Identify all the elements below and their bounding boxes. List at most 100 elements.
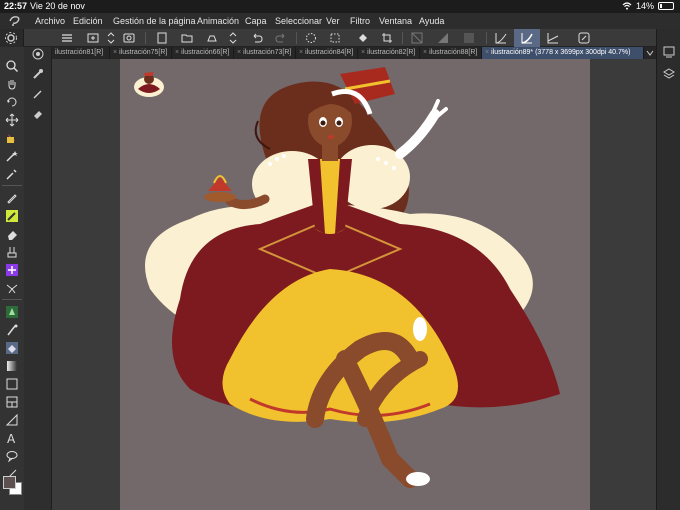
document-tab-active[interactable]: × ilustración89* (3778 x 3699px 300dpi 40… xyxy=(482,47,644,59)
operation-icon[interactable] xyxy=(5,131,19,145)
document-tab[interactable]: ilustración81[R] xyxy=(52,47,110,59)
gradient-tool-icon[interactable] xyxy=(5,359,19,373)
menu-ver[interactable]: Ver xyxy=(326,16,340,26)
app-logo-icon[interactable] xyxy=(8,15,22,27)
chevron-updown-icon[interactable] xyxy=(104,31,118,45)
reference-thumbnail xyxy=(134,72,164,97)
menu-archivo[interactable]: Archivo xyxy=(35,16,65,26)
pencil-icon[interactable] xyxy=(5,209,19,223)
menu-gestion-pagina[interactable]: Gestión de la página xyxy=(113,16,196,26)
blend-icon[interactable] xyxy=(5,281,19,295)
move-icon[interactable] xyxy=(5,113,19,127)
gear-icon[interactable] xyxy=(4,31,18,45)
close-icon[interactable]: × xyxy=(361,49,365,56)
color-fill-icon[interactable] xyxy=(436,31,450,45)
sub-tool-column xyxy=(24,47,52,510)
svg-text:A: A xyxy=(7,432,16,445)
tab-label: ilustración73[R] xyxy=(243,49,292,56)
menu-ventana[interactable]: Ventana xyxy=(379,16,412,26)
zoom-icon[interactable] xyxy=(5,59,19,73)
drawing-canvas[interactable] xyxy=(120,59,590,510)
text-icon[interactable]: A xyxy=(5,431,19,445)
pen-pressure-icon[interactable] xyxy=(494,31,508,45)
document-tab[interactable]: × ilustración84[R] xyxy=(296,47,358,59)
foreground-color-swatch[interactable] xyxy=(3,476,16,489)
save-icon[interactable] xyxy=(205,31,219,45)
document-tab[interactable]: × ilustración75[R] xyxy=(110,47,172,59)
clock: 22:57 xyxy=(4,1,28,11)
airbrush-icon[interactable] xyxy=(5,323,19,337)
ruler-icon[interactable] xyxy=(577,31,591,45)
frame-icon[interactable] xyxy=(5,395,19,409)
eyedropper-icon[interactable] xyxy=(5,167,19,181)
balloon-icon[interactable] xyxy=(5,449,19,463)
export-icon[interactable] xyxy=(155,31,169,45)
hand-icon[interactable] xyxy=(5,77,19,91)
menu-capa[interactable]: Capa xyxy=(245,16,267,26)
brush-size-icon[interactable] xyxy=(31,67,45,81)
menu-bar: Archivo Edición Gestión de la página Ani… xyxy=(0,13,680,29)
brush-icon[interactable] xyxy=(5,245,19,259)
status-bar: 22:57 Vie 20 de nov 14% xyxy=(0,0,680,13)
toolbar-separator xyxy=(145,32,146,44)
pen-icon[interactable] xyxy=(5,191,19,205)
menu-edicion[interactable]: Edición xyxy=(73,16,103,26)
menu-seleccionar[interactable]: Seleccionar xyxy=(275,16,322,26)
document-tab[interactable]: × ilustración82[R] xyxy=(358,47,420,59)
menu-filtro[interactable]: Filtro xyxy=(350,16,370,26)
fill-bucket-icon[interactable] xyxy=(5,305,19,319)
tool-separator xyxy=(2,299,22,300)
close-icon[interactable]: × xyxy=(423,49,427,56)
stabilizer-icon[interactable] xyxy=(520,31,534,45)
close-icon[interactable]: × xyxy=(485,49,489,56)
right-sidebar xyxy=(656,29,680,510)
gradient-icon[interactable] xyxy=(462,31,476,45)
panel-icon[interactable] xyxy=(662,45,676,59)
selection-icon[interactable] xyxy=(304,31,318,45)
menu-icon[interactable] xyxy=(60,31,74,45)
undo-icon[interactable] xyxy=(250,31,264,45)
figure-icon[interactable] xyxy=(5,377,19,391)
chevron-down-icon[interactable] xyxy=(646,49,654,57)
new-canvas-icon[interactable] xyxy=(86,31,100,45)
toolbar-separator xyxy=(402,32,403,44)
sub-tool-icon[interactable] xyxy=(31,47,45,61)
close-icon[interactable]: × xyxy=(237,49,241,56)
fill-icon[interactable] xyxy=(356,31,370,45)
menu-animacion[interactable]: Animación xyxy=(197,16,239,26)
eraser-layer-icon[interactable] xyxy=(122,31,136,45)
wifi-icon xyxy=(622,2,632,10)
decoration-icon[interactable] xyxy=(5,263,19,277)
close-icon[interactable]: × xyxy=(113,49,117,56)
document-tab[interactable]: × ilustración66[R] xyxy=(172,47,234,59)
crop-icon[interactable] xyxy=(380,31,394,45)
close-icon[interactable]: × xyxy=(299,49,303,56)
magic-wand-icon[interactable] xyxy=(5,149,19,163)
date: Vie 20 de nov xyxy=(30,1,85,11)
tab-label: ilustración66[R] xyxy=(181,49,230,56)
redo-icon[interactable] xyxy=(274,31,288,45)
brush-opacity-icon[interactable] xyxy=(31,87,45,101)
ruler-tool-icon[interactable] xyxy=(5,413,19,427)
toolbar-separator xyxy=(296,32,297,44)
menu-ayuda[interactable]: Ayuda xyxy=(419,16,444,26)
fill-tool-icon[interactable] xyxy=(5,341,19,355)
eraser-icon[interactable] xyxy=(5,227,19,241)
deselect-icon[interactable] xyxy=(328,31,342,45)
tool-property-icon[interactable] xyxy=(31,107,45,121)
tool-palette: A xyxy=(0,47,24,510)
document-tab[interactable]: × ilustración73[R] xyxy=(234,47,296,59)
command-bar xyxy=(0,29,680,47)
open-folder-icon[interactable] xyxy=(180,31,194,45)
document-tab[interactable]: × ilustración88[R] xyxy=(420,47,482,59)
tab-label: ilustración75[R] xyxy=(119,49,168,56)
layers-icon[interactable] xyxy=(662,67,676,81)
toolbar-separator xyxy=(486,32,487,44)
tool-separator xyxy=(2,185,22,186)
chevron-updown-icon-2[interactable] xyxy=(226,31,240,45)
rotate-icon[interactable] xyxy=(5,95,19,109)
transparent-icon[interactable] xyxy=(410,31,424,45)
correction-icon[interactable] xyxy=(546,31,560,45)
tab-label: ilustración89* (3778 x 3699px 300dpi 40.… xyxy=(491,49,631,56)
close-icon[interactable]: × xyxy=(175,49,179,56)
